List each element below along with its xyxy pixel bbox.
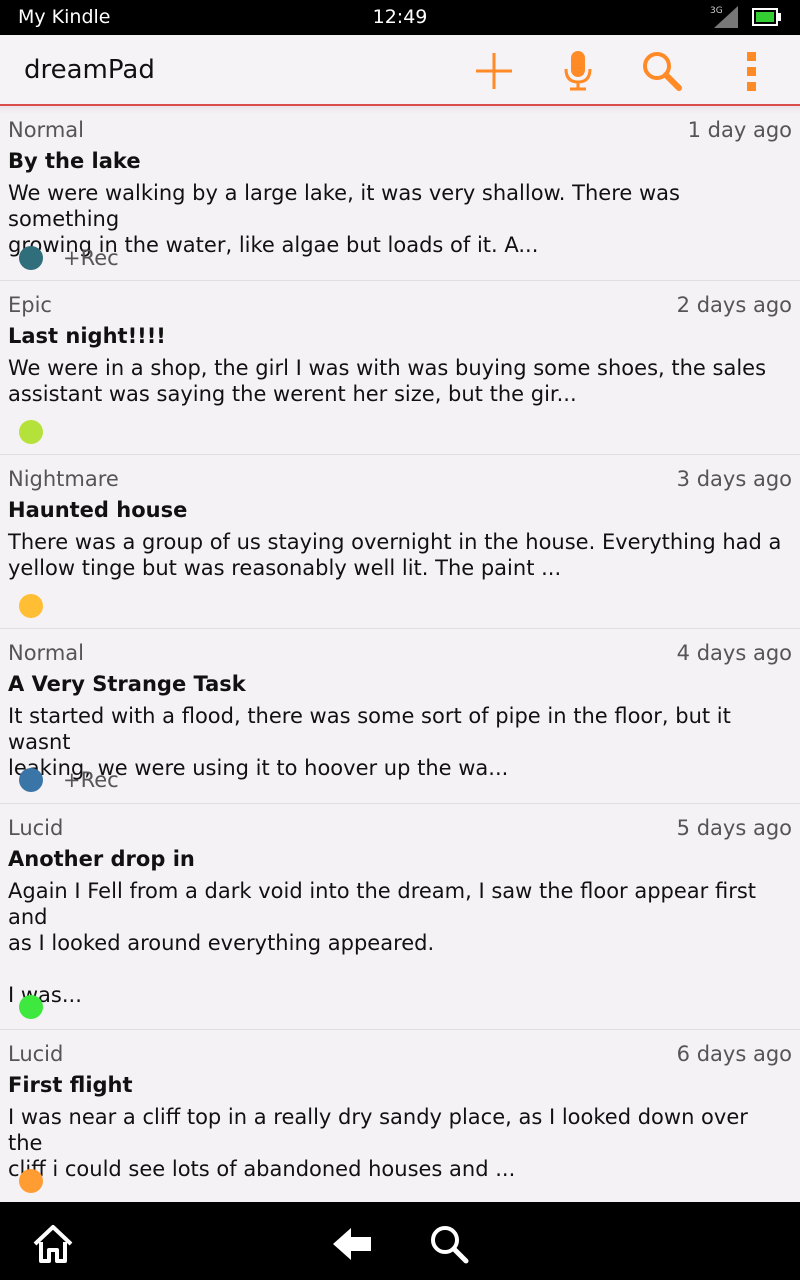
dream-color-dot <box>19 768 43 792</box>
dream-category: Nightmare <box>8 467 119 491</box>
microphone-icon <box>564 51 592 91</box>
dream-color-dot <box>19 1169 43 1193</box>
plus-icon <box>476 53 512 89</box>
dream-category: Lucid <box>8 816 64 840</box>
app-title: dreamPad <box>24 55 155 85</box>
dream-list-item[interactable]: Epic 2 days ago Last night!!!! We were i… <box>0 281 800 455</box>
status-bar: My Kindle 12:49 3G <box>0 0 800 35</box>
dream-category: Lucid <box>8 1042 64 1066</box>
dream-excerpt: It started with a flood, there was some … <box>8 704 731 780</box>
action-bar: dreamPad <box>0 35 800 106</box>
network-type: 3G <box>710 6 723 16</box>
dream-date: 5 days ago <box>676 816 792 840</box>
back-arrow-icon <box>333 1228 371 1260</box>
dream-color-dot <box>19 420 43 444</box>
dream-date: 4 days ago <box>676 641 792 665</box>
system-search-button[interactable] <box>427 1222 471 1266</box>
dream-date: 2 days ago <box>676 293 792 317</box>
home-button[interactable] <box>31 1222 75 1266</box>
dream-excerpt: Again I Fell from a dark void into the d… <box>8 879 757 1007</box>
back-button[interactable] <box>331 1222 375 1266</box>
overflow-menu-button[interactable] <box>730 49 774 93</box>
dream-color-dot <box>19 995 43 1019</box>
dream-color-dot <box>19 246 43 270</box>
system-nav-bar <box>0 1202 800 1280</box>
battery-icon <box>752 8 782 26</box>
dream-date: 1 day ago <box>687 118 792 142</box>
dream-title: First flight <box>8 1073 133 1097</box>
signal-icon: 3G <box>708 4 742 28</box>
dream-list-item[interactable]: Lucid 5 days ago Another drop in Again I… <box>0 804 800 1030</box>
dream-category: Normal <box>8 118 84 142</box>
clock: 12:49 <box>372 6 428 28</box>
add-dream-button[interactable] <box>472 49 516 93</box>
search-icon <box>643 52 682 91</box>
dream-category: Normal <box>8 641 84 665</box>
dream-title: A Very Strange Task <box>8 672 246 696</box>
dream-excerpt: I was near a cliff top in a really dry s… <box>8 1105 748 1181</box>
dream-excerpt: We were walking by a large lake, it was … <box>8 181 680 257</box>
search-icon <box>431 1226 469 1264</box>
dream-title: Haunted house <box>8 498 188 522</box>
dream-list-item[interactable]: Normal 1 day ago By the lake We were wal… <box>0 106 800 281</box>
dream-date: 3 days ago <box>676 467 792 491</box>
dream-list-item[interactable]: Nightmare 3 days ago Haunted house There… <box>0 455 800 629</box>
add-recording-button[interactable]: +Rec <box>63 768 119 792</box>
dream-color-dot <box>19 594 43 618</box>
dream-excerpt: We were in a shop, the girl I was with w… <box>8 356 767 406</box>
dream-date: 6 days ago <box>676 1042 792 1066</box>
dream-list[interactable]: Normal 1 day ago By the lake We were wal… <box>0 106 800 1202</box>
dream-list-item[interactable]: Normal 4 days ago A Very Strange Task It… <box>0 629 800 804</box>
dream-title: Last night!!!! <box>8 324 166 348</box>
overflow-menu-icon <box>747 52 756 91</box>
add-recording-button[interactable]: +Rec <box>63 246 119 270</box>
dream-title: Another drop in <box>8 847 195 871</box>
voice-record-button[interactable] <box>556 49 600 93</box>
dream-title: By the lake <box>8 149 141 173</box>
search-button[interactable] <box>640 49 684 93</box>
dream-list-item[interactable]: Lucid 6 days ago First flight I was near… <box>0 1030 800 1202</box>
home-icon <box>33 1225 73 1263</box>
dream-category: Epic <box>8 293 52 317</box>
dream-excerpt: There was a group of us staying overnigh… <box>8 530 782 580</box>
